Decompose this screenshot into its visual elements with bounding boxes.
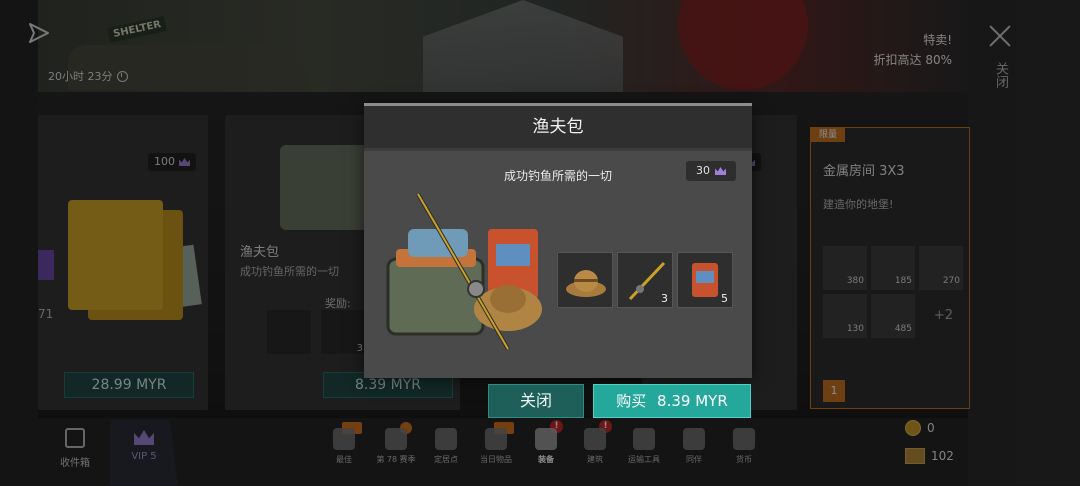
badge-value: 30 bbox=[696, 164, 710, 177]
item-qty: 5 bbox=[721, 292, 728, 305]
dialog-title: 渔夫包 bbox=[364, 106, 752, 148]
item-qty: 3 bbox=[661, 292, 668, 305]
item-slot-bait[interactable]: 5 bbox=[677, 252, 733, 308]
buy-button[interactable]: 购买 8.39 MYR bbox=[593, 384, 751, 418]
bundle-dialog: 渔夫包 成功钓鱼所需的一切 30 3 5 bbox=[364, 103, 752, 378]
buy-label: 购买 bbox=[616, 392, 647, 410]
vip-points-badge: 30 bbox=[686, 161, 736, 181]
game-shop-screen: { "banner": { "timer": "20小时 23分", "prom… bbox=[0, 0, 1080, 486]
dialog-body: 成功钓鱼所需的一切 30 3 5 bbox=[364, 151, 752, 378]
crown-icon bbox=[715, 167, 726, 175]
buy-price: 8.39 MYR bbox=[657, 392, 728, 410]
item-slot-rod[interactable]: 3 bbox=[617, 252, 673, 308]
fisherman-bundle-art bbox=[386, 192, 542, 351]
dialog-close-button[interactable]: 关闭 bbox=[488, 384, 584, 418]
hat-icon bbox=[566, 270, 606, 297]
item-slot-hat[interactable] bbox=[557, 252, 613, 308]
